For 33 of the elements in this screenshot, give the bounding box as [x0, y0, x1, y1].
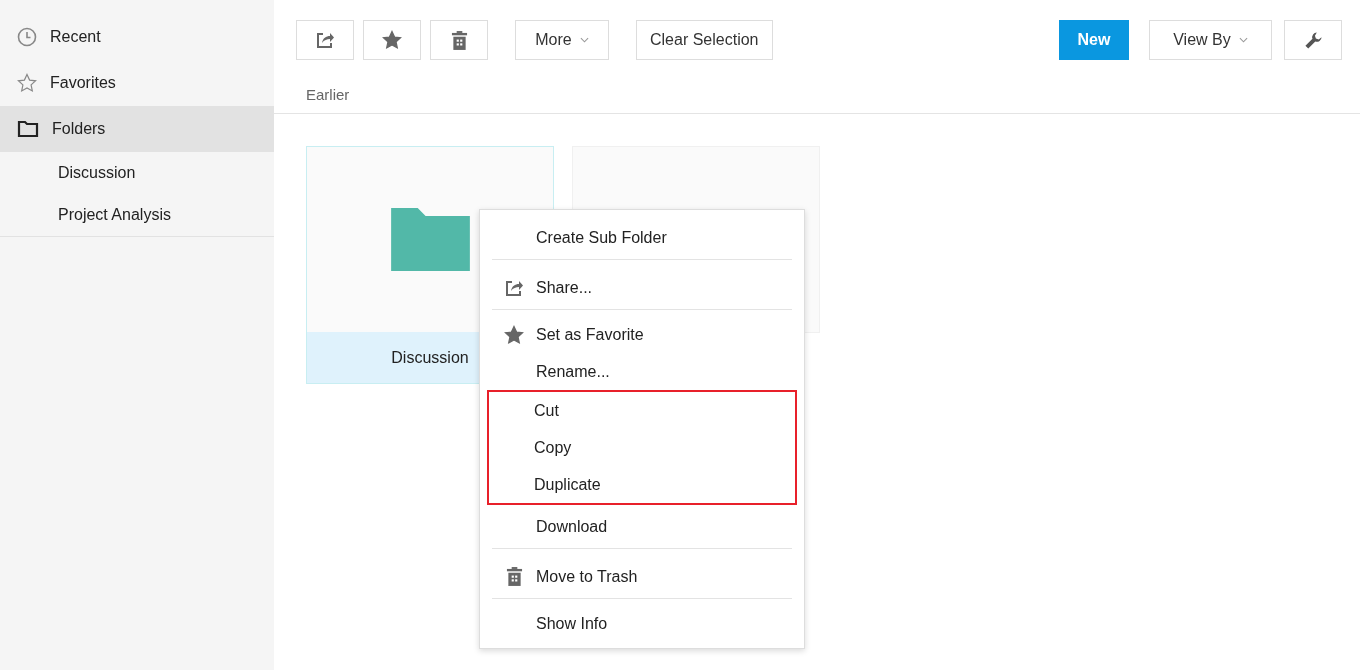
wrench-icon — [1303, 30, 1323, 50]
caret-icon — [1238, 37, 1248, 43]
menu-item[interactable]: Share... — [492, 266, 792, 310]
share-button[interactable] — [296, 20, 354, 60]
folder-icon — [17, 120, 39, 138]
clear-selection-button[interactable]: Clear Selection — [636, 20, 773, 60]
sidebar-item[interactable]: Recent — [0, 14, 274, 60]
share-icon — [315, 30, 335, 50]
sidebar-item[interactable]: Favorites — [0, 60, 274, 106]
trash-button[interactable] — [430, 20, 488, 60]
sidebar-item[interactable]: Folders — [0, 106, 274, 152]
wrench-button[interactable] — [1284, 20, 1342, 60]
dropdown-button[interactable]: View By — [1149, 20, 1272, 60]
menu-item[interactable]: Show Info — [492, 605, 792, 642]
caret-icon — [579, 37, 589, 43]
menu-item[interactable]: Copy — [490, 429, 794, 466]
dropdown-button[interactable]: More — [515, 20, 609, 60]
sidebar-subitem[interactable]: Project Analysis — [0, 194, 274, 236]
menu-item[interactable]: Cut — [490, 392, 794, 429]
menu-item[interactable]: Create Sub Folder — [492, 216, 792, 260]
trash-icon — [450, 30, 468, 50]
trash-icon — [505, 567, 523, 586]
folder-icon — [390, 208, 470, 271]
menu-item[interactable]: Duplicate — [490, 466, 794, 503]
star-icon — [17, 73, 37, 93]
star-button[interactable] — [363, 20, 421, 60]
star-icon — [382, 30, 402, 50]
menu-item[interactable]: Move to Trash — [492, 555, 792, 599]
clock-icon — [17, 27, 37, 47]
sidebar-subitem[interactable]: Discussion — [0, 152, 274, 194]
menu-item[interactable]: Download — [492, 505, 792, 549]
star-icon — [504, 324, 524, 345]
section-title: Earlier — [306, 86, 350, 103]
